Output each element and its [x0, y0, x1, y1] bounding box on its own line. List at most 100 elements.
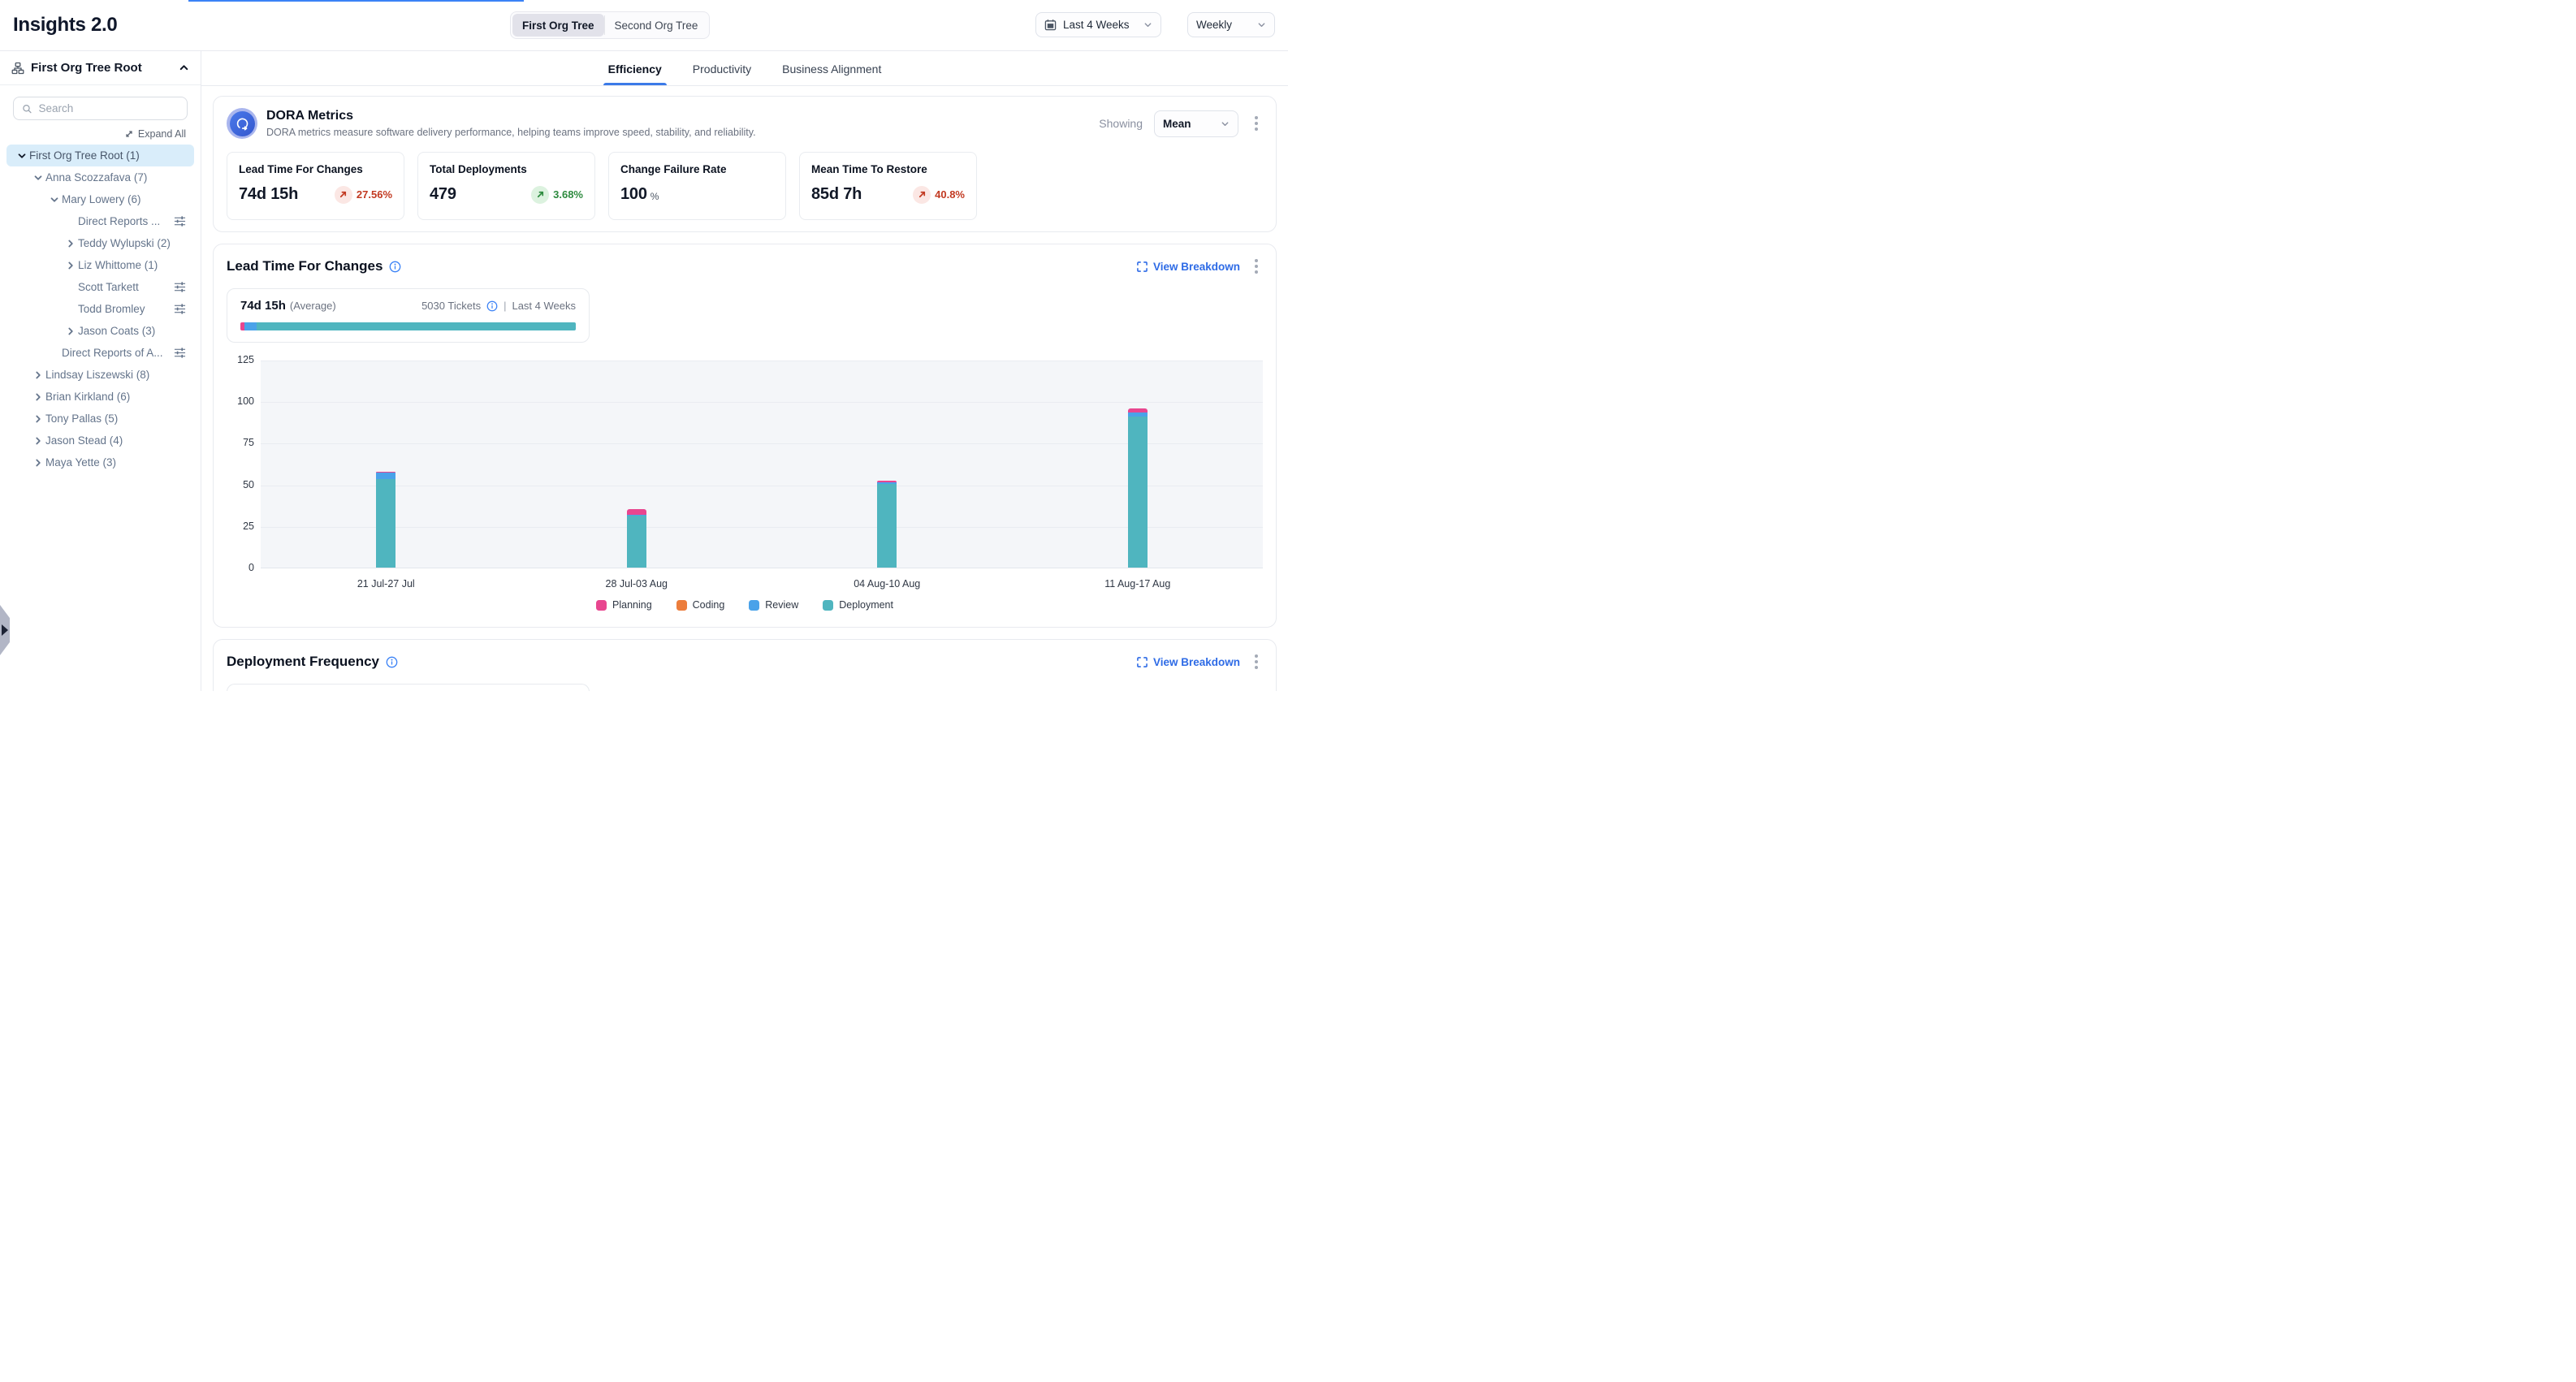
- tab-productivity[interactable]: Productivity: [691, 63, 753, 85]
- tree-item[interactable]: Lindsay Liszewski (8): [6, 364, 194, 386]
- chevron-right-icon[interactable]: [33, 370, 43, 380]
- bar-segment-deployment: [376, 479, 395, 568]
- expand-all-icon: [124, 129, 134, 139]
- loading-progress-bar: [188, 0, 524, 2]
- tree-item[interactable]: Mary Lowery (6): [6, 188, 194, 210]
- x-tick-label: 04 Aug-10 Aug: [854, 578, 920, 590]
- info-icon[interactable]: [386, 656, 398, 668]
- lead-time-summary-card: 74d 15h (Average) 5030 Tickets | Last 4 …: [227, 288, 590, 343]
- dora-menu-kebab-icon[interactable]: [1250, 113, 1263, 134]
- filter-sliders-icon[interactable]: [174, 281, 186, 293]
- chevron-right-icon[interactable]: [33, 414, 43, 424]
- metric-unit: %: [650, 191, 659, 204]
- tree-item[interactable]: Direct Reports of A...: [6, 342, 194, 364]
- legend-item-review[interactable]: Review: [749, 599, 798, 611]
- dora-cycle-icon: [227, 108, 257, 139]
- expand-all-button[interactable]: Expand All: [124, 128, 186, 140]
- sidebar-title: First Org Tree Root: [31, 61, 172, 75]
- deployment-summary-card: [227, 684, 590, 691]
- date-range-select[interactable]: Last 4 Weeks: [1035, 12, 1161, 37]
- metric-cards: Lead Time For Changes74d 15h27.56%Total …: [227, 152, 1263, 220]
- expand-all-label: Expand All: [138, 128, 186, 140]
- summary-separator: |: [504, 300, 506, 312]
- lead-time-title: Lead Time For Changes: [227, 258, 383, 274]
- y-tick-label: 0: [249, 562, 254, 573]
- filter-sliders-icon[interactable]: [174, 303, 186, 315]
- org-tree-icon: [11, 62, 24, 75]
- metric-value: 74d 15h: [239, 185, 298, 204]
- tab-business-alignment[interactable]: Business Alignment: [780, 63, 883, 85]
- org-toggle-second-org-tree[interactable]: Second Org Tree: [605, 14, 708, 37]
- metric-value: 479: [430, 185, 456, 204]
- metric-title: Lead Time For Changes: [239, 163, 392, 175]
- chevron-down-icon[interactable]: [17, 151, 27, 161]
- tree-item[interactable]: Liz Whittome (1): [6, 254, 194, 276]
- tree-item[interactable]: Direct Reports ...: [6, 210, 194, 232]
- y-tick-label: 100: [237, 395, 254, 407]
- stacked-bar-21-Jul-27-Jul[interactable]: [376, 472, 395, 568]
- info-icon[interactable]: [389, 261, 401, 273]
- tree-item-label: Direct Reports of A...: [62, 347, 163, 359]
- legend-item-coding[interactable]: Coding: [676, 599, 725, 611]
- filter-sliders-icon[interactable]: [174, 215, 186, 227]
- tree-item-label: Liz Whittome (1): [78, 259, 158, 271]
- chevron-right-icon[interactable]: [33, 458, 43, 468]
- tree-item-label: Mary Lowery (6): [62, 193, 141, 205]
- deployment-menu-kebab-icon[interactable]: [1250, 651, 1263, 672]
- tree-item[interactable]: Jason Coats (3): [6, 320, 194, 342]
- lead-time-menu-kebab-icon[interactable]: [1250, 256, 1263, 277]
- app-title: Insights 2.0: [13, 14, 117, 37]
- chevron-right-icon[interactable]: [66, 239, 76, 248]
- collapse-sidebar-chevron-up-icon[interactable]: [179, 63, 189, 73]
- tree-item[interactable]: Tony Pallas (5): [6, 408, 194, 430]
- lead-time-view-breakdown-link[interactable]: View Breakdown: [1137, 261, 1240, 273]
- chevron-down-icon[interactable]: [50, 195, 59, 205]
- granularity-select[interactable]: Weekly: [1187, 12, 1275, 37]
- tree-item[interactable]: Maya Yette (3): [6, 451, 194, 473]
- chevron-down-icon[interactable]: [33, 173, 43, 183]
- metric-delta: 40.8%: [913, 186, 965, 204]
- org-toggle-first-org-tree[interactable]: First Org Tree: [512, 14, 604, 37]
- chevron-down-icon: [1143, 20, 1152, 29]
- tree-item[interactable]: Scott Tarkett: [6, 276, 194, 298]
- deployment-frequency-panel: Deployment Frequency View Breakdown: [213, 639, 1277, 691]
- filter-sliders-icon[interactable]: [174, 347, 186, 359]
- search-input[interactable]: [39, 102, 179, 114]
- showing-select[interactable]: Mean: [1154, 110, 1238, 137]
- info-icon[interactable]: [486, 300, 498, 312]
- legend-item-deployment[interactable]: Deployment: [823, 599, 893, 611]
- top-bar-controls: Last 4 Weeks Weekly: [1035, 12, 1275, 37]
- legend-label: Deployment: [839, 599, 893, 611]
- tree-item[interactable]: First Org Tree Root (1): [6, 145, 194, 166]
- trend-up-icon: [339, 190, 348, 199]
- chevron-right-icon[interactable]: [33, 436, 43, 446]
- chevron-right-icon[interactable]: [66, 261, 76, 270]
- tree-item[interactable]: Teddy Wylupski (2): [6, 232, 194, 254]
- tabs-bar: Efficiency Productivity Business Alignment: [201, 51, 1288, 86]
- legend-item-planning[interactable]: Planning: [596, 599, 652, 611]
- dora-metrics-panel: DORA Metrics DORA metrics measure softwa…: [213, 96, 1277, 232]
- metric-value: 100: [620, 185, 647, 204]
- view-breakdown-label: View Breakdown: [1153, 261, 1240, 273]
- tree-item[interactable]: Anna Scozzafava (7): [6, 166, 194, 188]
- stacked-bar-28-Jul-03-Aug[interactable]: [627, 509, 646, 568]
- chevron-down-icon: [1257, 20, 1266, 29]
- metric-value: 85d 7h: [811, 185, 862, 204]
- deployment-view-breakdown-link[interactable]: View Breakdown: [1137, 656, 1240, 668]
- org-tree-sidebar: First Org Tree Root Expand All First Org…: [0, 51, 201, 691]
- tree-item[interactable]: Brian Kirkland (6): [6, 386, 194, 408]
- tree-item[interactable]: Jason Stead (4): [6, 430, 194, 451]
- chevron-right-icon[interactable]: [33, 392, 43, 402]
- sidebar-search[interactable]: [13, 97, 188, 120]
- tab-efficiency[interactable]: Efficiency: [607, 63, 663, 85]
- lead-time-panel: Lead Time For Changes View Breakdown 74d…: [213, 244, 1277, 628]
- chevron-right-icon[interactable]: [66, 326, 76, 336]
- legend-swatch: [749, 600, 759, 611]
- legend-label: Review: [765, 599, 798, 611]
- dora-title: DORA Metrics: [266, 109, 756, 123]
- chart-x-axis: 21 Jul-27 Jul28 Jul-03 Aug04 Aug-10 Aug1…: [261, 568, 1263, 593]
- tree-item[interactable]: Todd Bromley: [6, 298, 194, 320]
- search-icon: [22, 103, 32, 114]
- stacked-bar-04-Aug-10-Aug[interactable]: [877, 481, 897, 568]
- stacked-bar-11-Aug-17-Aug[interactable]: [1128, 408, 1148, 568]
